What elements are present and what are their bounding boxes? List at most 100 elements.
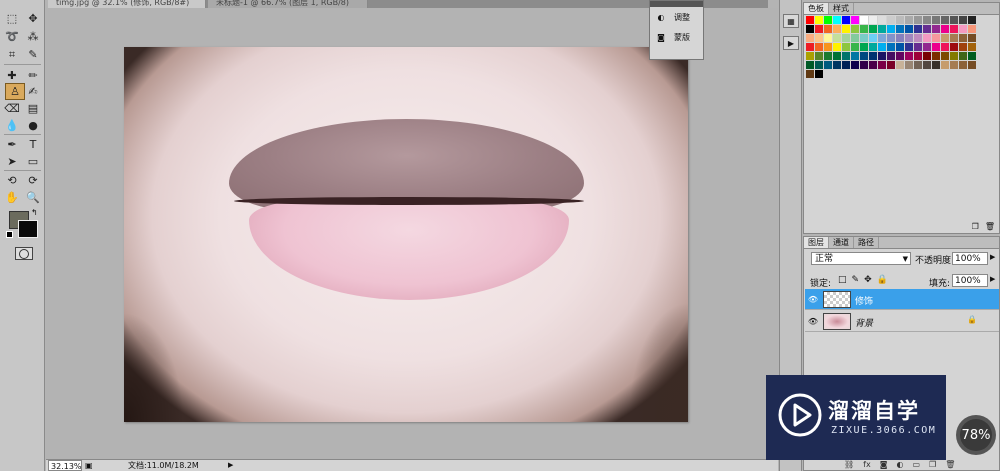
color-swatch[interactable]	[833, 43, 841, 51]
color-swatch[interactable]	[905, 16, 913, 24]
color-swatch[interactable]	[959, 61, 967, 69]
color-swatch[interactable]	[860, 61, 868, 69]
color-swatch[interactable]	[869, 52, 877, 60]
color-swatch[interactable]	[824, 25, 832, 33]
color-swatch[interactable]	[806, 61, 814, 69]
visibility-eye-icon[interactable]: 👁	[808, 294, 818, 304]
color-swatch[interactable]	[860, 34, 868, 42]
tab-channels[interactable]: 通道	[829, 237, 854, 248]
lock-image-icon[interactable]: ✎	[852, 275, 860, 285]
color-swatch[interactable]	[860, 16, 868, 24]
blur-tool-icon[interactable]: 💧	[2, 117, 22, 134]
color-swatch[interactable]	[887, 34, 895, 42]
color-swatch[interactable]	[968, 25, 976, 33]
delete-layer-icon[interactable]: 🗑	[945, 460, 955, 469]
eraser-tool-icon[interactable]: ⌫	[2, 100, 22, 117]
color-swatch[interactable]	[824, 43, 832, 51]
color-swatch[interactable]	[833, 25, 841, 33]
3d-rotate-tool-icon[interactable]: ⟲	[2, 172, 22, 189]
color-swatch[interactable]	[842, 34, 850, 42]
color-swatch[interactable]	[851, 61, 859, 69]
color-swatch[interactable]	[815, 61, 823, 69]
color-swatch[interactable]	[923, 25, 931, 33]
color-swatch[interactable]	[968, 43, 976, 51]
color-swatch[interactable]	[869, 25, 877, 33]
color-swatch[interactable]	[851, 16, 859, 24]
color-swatch[interactable]	[842, 52, 850, 60]
color-swatch[interactable]	[851, 43, 859, 51]
color-swatch[interactable]	[941, 16, 949, 24]
color-swatch[interactable]	[914, 16, 922, 24]
color-swatch[interactable]	[923, 52, 931, 60]
color-swatch[interactable]	[914, 34, 922, 42]
color-swatch[interactable]	[851, 25, 859, 33]
color-swatch[interactable]	[878, 52, 886, 60]
color-swatch[interactable]	[878, 34, 886, 42]
color-swatch[interactable]	[896, 16, 904, 24]
color-swatch[interactable]	[860, 25, 868, 33]
link-layers-icon[interactable]: ⛓	[844, 460, 854, 469]
color-swatch[interactable]	[923, 16, 931, 24]
shape-tool-icon[interactable]: ▭	[23, 153, 43, 170]
color-swatch[interactable]	[941, 34, 949, 42]
color-swatch[interactable]	[941, 43, 949, 51]
color-swatch[interactable]	[824, 61, 832, 69]
swap-colors-icon[interactable]: ↰	[31, 208, 38, 217]
zoom-field[interactable]: 32.13%	[48, 460, 82, 471]
tab-timg[interactable]: timg.jpg @ 32.1% (修饰, RGB/8#)	[48, 0, 206, 8]
fill-slider-icon[interactable]: ▶	[990, 275, 995, 283]
color-swatch[interactable]	[806, 16, 814, 24]
history-brush-tool-icon[interactable]: ✍	[23, 83, 43, 100]
color-swatch[interactable]	[905, 52, 913, 60]
color-swatch[interactable]	[968, 52, 976, 60]
layer-row-background[interactable]: 👁 背景 🔒	[805, 311, 999, 332]
color-swatch[interactable]	[932, 52, 940, 60]
color-swatch[interactable]	[887, 52, 895, 60]
color-swatch[interactable]	[851, 34, 859, 42]
color-swatch[interactable]	[959, 16, 967, 24]
color-swatch[interactable]	[833, 52, 841, 60]
color-swatch[interactable]	[914, 25, 922, 33]
color-swatch[interactable]	[887, 16, 895, 24]
opacity-slider-icon[interactable]: ▶	[990, 253, 995, 261]
color-swatch[interactable]	[869, 43, 877, 51]
color-swatch[interactable]	[914, 61, 922, 69]
dodge-tool-icon[interactable]: ●	[23, 117, 43, 134]
lock-all-icon[interactable]: 🔒	[877, 275, 888, 285]
color-swatch[interactable]	[905, 43, 913, 51]
color-swatch[interactable]	[806, 70, 814, 78]
marquee-tool-icon[interactable]: ⬚	[2, 10, 22, 27]
color-swatch[interactable]	[815, 43, 823, 51]
type-tool-icon[interactable]: T	[23, 136, 43, 153]
color-swatch[interactable]	[887, 61, 895, 69]
default-colors-icon[interactable]	[6, 231, 13, 238]
color-swatch[interactable]	[941, 25, 949, 33]
zoom-tool-icon[interactable]: 🔍	[23, 189, 43, 206]
visibility-eye-icon[interactable]: 👁	[808, 316, 818, 326]
color-swatch[interactable]	[869, 16, 877, 24]
color-swatch[interactable]	[815, 16, 823, 24]
color-swatch[interactable]	[824, 34, 832, 42]
color-swatch[interactable]	[824, 16, 832, 24]
dock-actions-icon[interactable]: ▶	[783, 36, 799, 50]
color-swatch[interactable]	[842, 43, 850, 51]
move-tool-icon[interactable]: ✥	[23, 10, 43, 27]
crop-tool-icon[interactable]: ⌗	[2, 46, 22, 63]
color-swatch[interactable]	[869, 61, 877, 69]
color-swatch[interactable]	[815, 70, 823, 78]
color-swatch[interactable]	[806, 52, 814, 60]
color-swatch[interactable]	[842, 25, 850, 33]
color-swatch[interactable]	[842, 61, 850, 69]
color-swatch[interactable]	[923, 43, 931, 51]
color-swatch[interactable]	[950, 52, 958, 60]
color-swatch[interactable]	[923, 34, 931, 42]
fill-field[interactable]: 100%	[952, 274, 988, 287]
status-menu-arrow-icon[interactable]: ▶	[228, 460, 233, 471]
color-swatch[interactable]	[968, 61, 976, 69]
color-swatch[interactable]	[815, 25, 823, 33]
color-swatch[interactable]	[833, 61, 841, 69]
color-swatch[interactable]	[860, 43, 868, 51]
adjustments-button[interactable]: ◐ 调整	[650, 7, 703, 27]
color-swatch[interactable]	[950, 61, 958, 69]
layer-row-retouch[interactable]: 👁 修饰	[805, 289, 999, 310]
